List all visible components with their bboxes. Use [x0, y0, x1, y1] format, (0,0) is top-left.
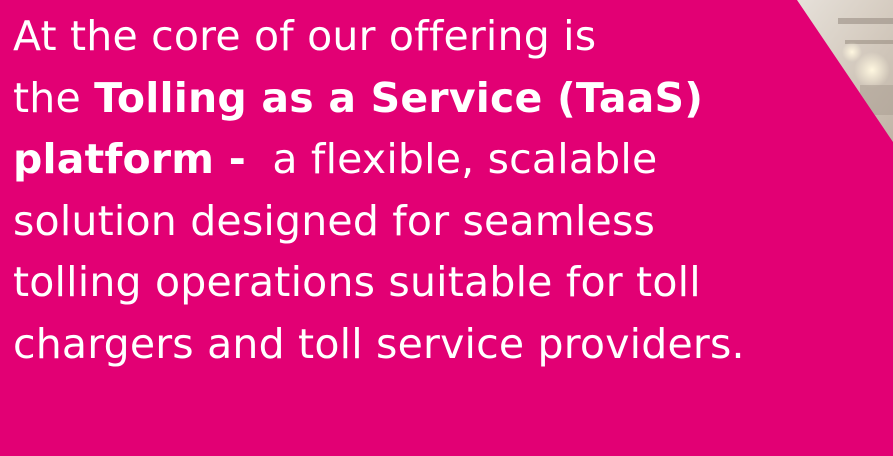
headline-text: At the core of our offering is the Tolli… [13, 6, 745, 375]
headline-line-3-rest: a flexible, scalable [245, 135, 658, 183]
headline-platform-word: platform - [13, 135, 246, 183]
headline-line-4: solution designed for seamless [13, 196, 656, 245]
headline-line-1: At the core of our offering is [13, 12, 597, 60]
headline-product-name: Tolling as a Service (TaaS) [94, 73, 704, 122]
headline-line-2-prefix: the [13, 73, 95, 122]
headline-line-6: chargers and toll service providers. [13, 319, 745, 368]
headline-line-3: platform - a flexible, scalable [13, 129, 745, 191]
headline-line-2: the Tolling as a Service (TaaS) [13, 68, 745, 130]
headline-line-5: tolling operations suitable for toll [13, 258, 701, 306]
